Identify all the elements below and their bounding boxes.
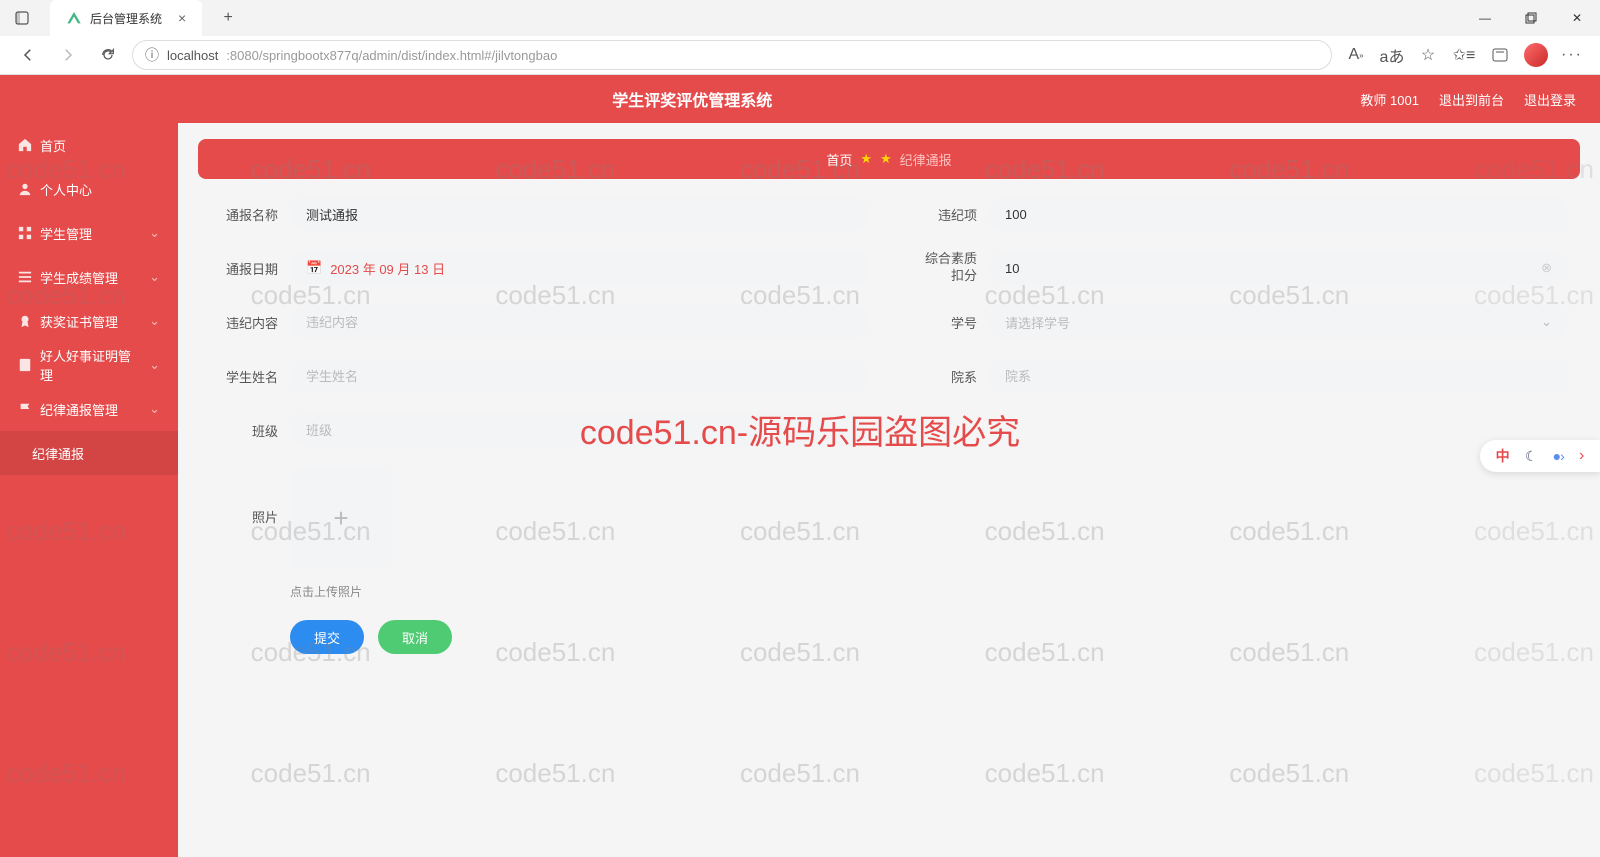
sidebar-label: 个人中心 (40, 180, 92, 199)
clear-icon[interactable]: ⊗ (1541, 260, 1552, 276)
select-studentno[interactable]: 请选择学号 ⌄ (989, 305, 1568, 339)
forward-button (52, 39, 84, 71)
app-header: 学生评奖评优管理系统 教师 1001 退出到前台 退出登录 (0, 75, 1600, 123)
sidebar-label: 纪律通报管理 (40, 400, 118, 419)
list-icon (18, 270, 32, 284)
flag-icon (18, 402, 32, 416)
browser-tab[interactable]: 后台管理系统 × (50, 0, 202, 36)
sidebar-item-awards[interactable]: 获奖证书管理 ⌄ (0, 299, 178, 343)
main-content: 首页 ★ ★ 纪律通报 通报名称 违纪项 通报日期 📅 (178, 123, 1600, 857)
label-studentno: 学号 (909, 313, 977, 332)
input-date[interactable]: 📅 2023 年 09 月 13 日 (290, 251, 869, 285)
info-icon: ⓘ (145, 45, 159, 65)
read-aloud-icon[interactable]: A» (1340, 39, 1372, 71)
label-violation: 违纪项 (909, 205, 977, 224)
favorite-icon[interactable]: ☆ (1412, 39, 1444, 71)
sidebar-item-profile[interactable]: 个人中心 (0, 167, 178, 211)
label-quality: 综合素质 扣分 (909, 251, 977, 285)
title-bar: 后台管理系统 × + — ✕ (0, 0, 1600, 36)
user-icon (18, 182, 32, 196)
header-to-front[interactable]: 退出到前台 (1439, 90, 1504, 109)
input-content[interactable] (290, 305, 869, 339)
chevron-down-icon: ⌄ (1541, 314, 1552, 330)
breadcrumb-current: 纪律通报 (900, 150, 952, 169)
cancel-button[interactable]: 取消 (378, 620, 452, 654)
star-icon: ★ (860, 151, 872, 167)
sidebar-label: 纪律通报 (32, 444, 84, 463)
profile-avatar[interactable] (1520, 39, 1552, 71)
document-icon (18, 358, 32, 372)
award-icon (18, 314, 32, 328)
chevron-down-icon: ⌄ (149, 269, 160, 285)
header-logout[interactable]: 退出登录 (1524, 90, 1576, 109)
sidebar-item-home[interactable]: 首页 (0, 123, 178, 167)
upload-photo[interactable]: + (290, 467, 392, 569)
input-quality[interactable]: 10 ⊗ (989, 251, 1568, 285)
home-icon (18, 138, 32, 152)
input-studentname[interactable] (290, 359, 869, 393)
tab-actions-icon[interactable] (10, 6, 34, 30)
sidebar-item-students[interactable]: 学生管理 ⌄ (0, 211, 178, 255)
plus-icon: + (333, 503, 348, 534)
sidebar-label: 首页 (40, 136, 66, 155)
vue-favicon-icon (66, 10, 82, 26)
calendar-icon: 📅 (306, 260, 322, 276)
header-user[interactable]: 教师 1001 (1360, 90, 1419, 109)
collections-icon[interactable] (1484, 39, 1516, 71)
tab-title: 后台管理系统 (90, 10, 162, 27)
label-dept: 院系 (909, 367, 977, 386)
sidebar-label: 学生成绩管理 (40, 268, 118, 287)
input-dept[interactable] (989, 359, 1568, 393)
minimize-icon[interactable]: — (1462, 0, 1508, 36)
close-window-icon[interactable]: ✕ (1554, 0, 1600, 36)
star-icon: ★ (880, 151, 892, 167)
date-value: 2023 年 09 月 13 日 (330, 259, 445, 278)
tab-close-icon[interactable]: × (178, 10, 186, 26)
grid-icon (18, 226, 32, 240)
submit-button[interactable]: 提交 (290, 620, 364, 654)
sidebar-item-grades[interactable]: 学生成绩管理 ⌄ (0, 255, 178, 299)
breadcrumb-home[interactable]: 首页 (826, 150, 852, 169)
favorites-bar-icon[interactable]: ✩≡ (1448, 39, 1480, 71)
label-class: 班级 (210, 421, 278, 440)
chevron-down-icon: ⌄ (149, 313, 160, 329)
sidebar-item-gooddeeds[interactable]: 好人好事证明管理 ⌄ (0, 343, 178, 387)
app-title: 学生评奖评优管理系统 (24, 87, 1360, 111)
toggle-icon[interactable]: ●› (1553, 448, 1564, 464)
label-date: 通报日期 (210, 259, 278, 278)
sidebar: 首页 个人中心 学生管理 ⌄ 学生成绩管理 ⌄ 获奖证书管理 ⌄ 好人好事证明管… (0, 123, 178, 857)
sidebar-label: 好人好事证明管理 (40, 346, 141, 384)
chevron-down-icon: ⌄ (149, 357, 160, 373)
float-toolbar[interactable]: 中 ☾ ●› › (1480, 440, 1600, 472)
sidebar-label: 获奖证书管理 (40, 312, 118, 331)
input-name[interactable] (290, 197, 869, 231)
more-icon[interactable]: ··· (1556, 39, 1588, 71)
refresh-button[interactable] (92, 39, 124, 71)
breadcrumb: 首页 ★ ★ 纪律通报 (198, 139, 1580, 179)
url-input[interactable]: ⓘ localhost :8080/springbootx877q/admin/d… (132, 40, 1332, 70)
reader-icon[interactable]: aあ (1376, 39, 1408, 71)
chevron-down-icon: ⌄ (149, 401, 160, 417)
watermark-center: code51.cn-源码乐园盗图必究 (580, 405, 1020, 454)
new-tab-button[interactable]: + (214, 4, 242, 32)
browser-chrome: 后台管理系统 × + — ✕ ⓘ localhost :8080/springbo… (0, 0, 1600, 75)
upload-hint: 点击上传照片 (290, 583, 392, 600)
sidebar-label: 学生管理 (40, 224, 92, 243)
url-host: localhost (167, 48, 218, 63)
maximize-icon[interactable] (1508, 0, 1554, 36)
chevron-down-icon: ⌄ (149, 225, 160, 241)
lang-toggle[interactable]: 中 (1496, 446, 1510, 466)
sidebar-item-discipline-notice[interactable]: 纪律通报 (0, 431, 178, 475)
label-photo: 照片 (210, 467, 278, 526)
back-button[interactable] (12, 39, 44, 71)
label-name: 通报名称 (210, 205, 278, 224)
moon-icon[interactable]: ☾ (1525, 448, 1538, 465)
url-path: :8080/springbootx877q/admin/dist/index.h… (226, 48, 557, 63)
label-content: 违纪内容 (210, 313, 278, 332)
arrow-right-icon[interactable]: › (1579, 447, 1584, 465)
sidebar-item-discipline[interactable]: 纪律通报管理 ⌄ (0, 387, 178, 431)
input-violation[interactable] (989, 197, 1568, 231)
address-bar: ⓘ localhost :8080/springbootx877q/admin/d… (0, 36, 1600, 74)
label-studentname: 学生姓名 (210, 367, 278, 386)
